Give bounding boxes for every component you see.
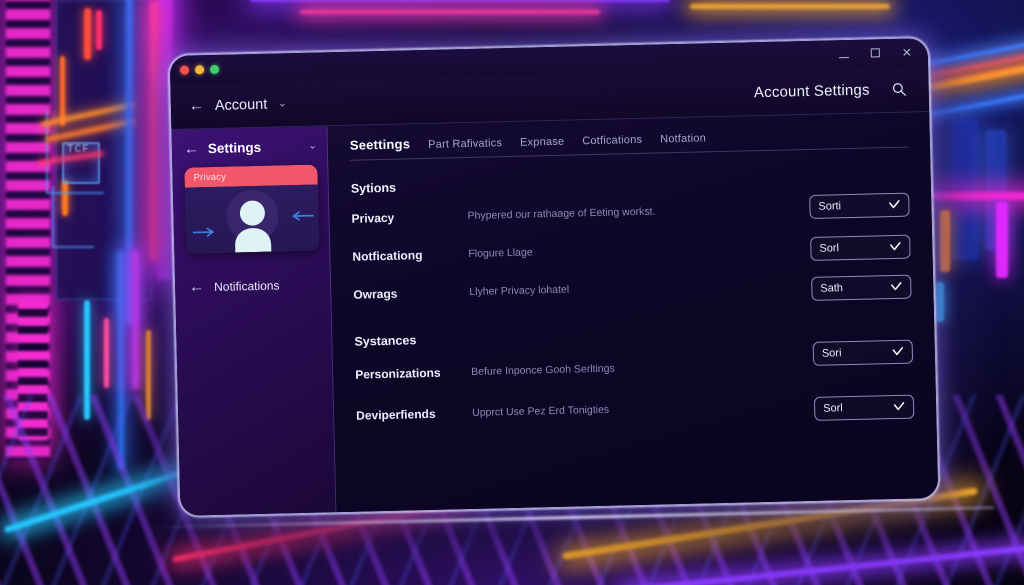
sidebar-header[interactable]: ← Settings ⌄: [184, 139, 317, 158]
neon-bar: [56, 0, 152, 300]
circuit-chip-tcf: TCF: [62, 142, 100, 184]
minimize-icon[interactable]: [838, 48, 849, 60]
row-description: Befure Inponce Gooh Serltings: [471, 362, 615, 378]
neon-bar: [996, 202, 1008, 278]
neon-bar: [940, 210, 950, 272]
neon-bar: [156, 0, 172, 280]
sidebar: ← Settings ⌄ Privacy ← Notifications: [171, 126, 337, 516]
row-dropdown[interactable]: Sath: [811, 274, 912, 301]
chevron-down-icon[interactable]: ⌄: [278, 98, 287, 109]
close-traffic-light[interactable]: [179, 65, 190, 75]
zoom-traffic-light[interactable]: [209, 64, 220, 74]
row-label: Deviperfiends: [356, 406, 436, 423]
breadcrumb-label: Account: [214, 96, 268, 114]
neon-beam: [620, 544, 1024, 585]
tab-cotfications[interactable]: Cotfications: [582, 134, 642, 147]
sidebar-back-arrow-icon[interactable]: ←: [184, 140, 199, 157]
neon-beam: [40, 102, 136, 127]
sidebar-item-label: Notifications: [213, 277, 280, 294]
back-arrow-icon[interactable]: ←: [189, 97, 204, 114]
app-window: ✕ ← Account ⌄ Account Settings ← Setting…: [168, 37, 940, 517]
neon-bar: [132, 250, 139, 390]
neon-beam: [250, 0, 670, 2]
tab-part-rafivatics[interactable]: Part Rafivatics: [428, 137, 502, 151]
sidebar-header-label: Settings: [207, 139, 262, 157]
neon-beam: [38, 151, 104, 165]
neon-bar: [84, 300, 90, 420]
arrow-right-icon: [192, 227, 215, 237]
dropdown-value: Sorl: [823, 402, 843, 415]
privacy-card-body: [184, 184, 320, 254]
chevron-down-icon[interactable]: [888, 199, 900, 211]
neon-bar: [986, 130, 1006, 250]
neon-bar: [62, 180, 68, 216]
app-window-wrapper: ✕ ← Account ⌄ Account Settings ← Setting…: [168, 37, 940, 517]
chevron-down-icon[interactable]: [889, 241, 901, 253]
chevron-down-icon[interactable]: [893, 401, 905, 413]
row-label: Owrags: [353, 286, 398, 302]
notifications-back-arrow-icon[interactable]: ←: [189, 278, 204, 295]
body: ← Settings ⌄ Privacy ← Notifications See…: [171, 112, 939, 516]
neon-bar: [84, 8, 91, 60]
row-dropdown[interactable]: Sorti: [809, 192, 910, 219]
neon-beam: [44, 118, 136, 143]
sidebar-item-privacy[interactable]: Privacy: [184, 164, 320, 254]
row-dropdown[interactable]: Sorl: [810, 234, 911, 261]
row-dropdown[interactable]: Sorl: [813, 394, 915, 421]
neon-bar: [60, 56, 65, 126]
minimize-traffic-light[interactable]: [194, 64, 205, 74]
circuit-trace: [46, 110, 104, 194]
row-description: Phypered our rathaage of Eeting workst.: [467, 205, 656, 223]
neon-beam: [690, 4, 890, 9]
row-label: Notficationg: [352, 248, 423, 264]
tab-bar: Seettings Part Rafivatics Expnase Cotfic…: [349, 124, 909, 161]
row-dropdown[interactable]: Sori: [812, 339, 914, 366]
tab-expnase[interactable]: Expnase: [520, 136, 564, 149]
breadcrumb[interactable]: ← Account ⌄: [189, 96, 287, 114]
dropdown-value: Sorti: [818, 200, 842, 213]
arrow-left-icon: [291, 211, 314, 221]
row-description: Upprct Use Pez Erd Tonigties: [472, 403, 610, 419]
neon-beam: [930, 192, 1024, 200]
neon-bar: [952, 120, 978, 260]
neon-beam: [3, 468, 187, 534]
neon-bar: [118, 250, 124, 470]
row-description: Llyher Privacy lohatel: [469, 283, 570, 298]
close-icon[interactable]: ✕: [902, 46, 912, 60]
neon-ladder-strip: [6, 0, 50, 460]
neon-bar: [146, 330, 151, 420]
user-avatar-icon: [234, 200, 271, 253]
traffic-lights: [179, 64, 220, 75]
main-content: Seettings Part Rafivatics Expnase Cotfic…: [327, 112, 939, 513]
row-description: Flogure Llage: [468, 246, 533, 261]
chevron-down-icon[interactable]: [890, 281, 902, 293]
top-bar-right: Account Settings: [753, 81, 907, 102]
neon-bar: [18, 300, 48, 440]
row-label: Personizations: [355, 365, 441, 382]
neon-bar: [936, 282, 944, 322]
window-controls: ✕: [838, 46, 918, 60]
sidebar-chevron-down-icon[interactable]: ⌄: [308, 141, 317, 152]
dropdown-value: Sori: [821, 347, 842, 360]
scene: TCF ✕ ← Account ⌄ Account Settings ← Set…: [0, 0, 1024, 585]
neon-bar: [150, 0, 158, 260]
page-title: Account Settings: [753, 81, 870, 102]
circuit-trace: [52, 186, 94, 248]
dropdown-value: Sorl: [819, 242, 840, 255]
neon-bar: [126, 0, 133, 324]
sidebar-item-notifications[interactable]: ← Notifications: [187, 277, 320, 296]
maximize-icon[interactable]: [870, 47, 880, 59]
neon-bar: [96, 10, 102, 50]
tab-notfation[interactable]: Notfation: [660, 132, 706, 145]
row-label: Privacy: [351, 210, 395, 226]
chevron-down-icon[interactable]: [892, 346, 904, 358]
dropdown-value: Sath: [820, 282, 844, 295]
neon-bar: [104, 318, 109, 388]
tab-seettings[interactable]: Seettings: [350, 136, 411, 152]
search-icon[interactable]: [891, 82, 906, 97]
neon-beam: [300, 10, 600, 14]
